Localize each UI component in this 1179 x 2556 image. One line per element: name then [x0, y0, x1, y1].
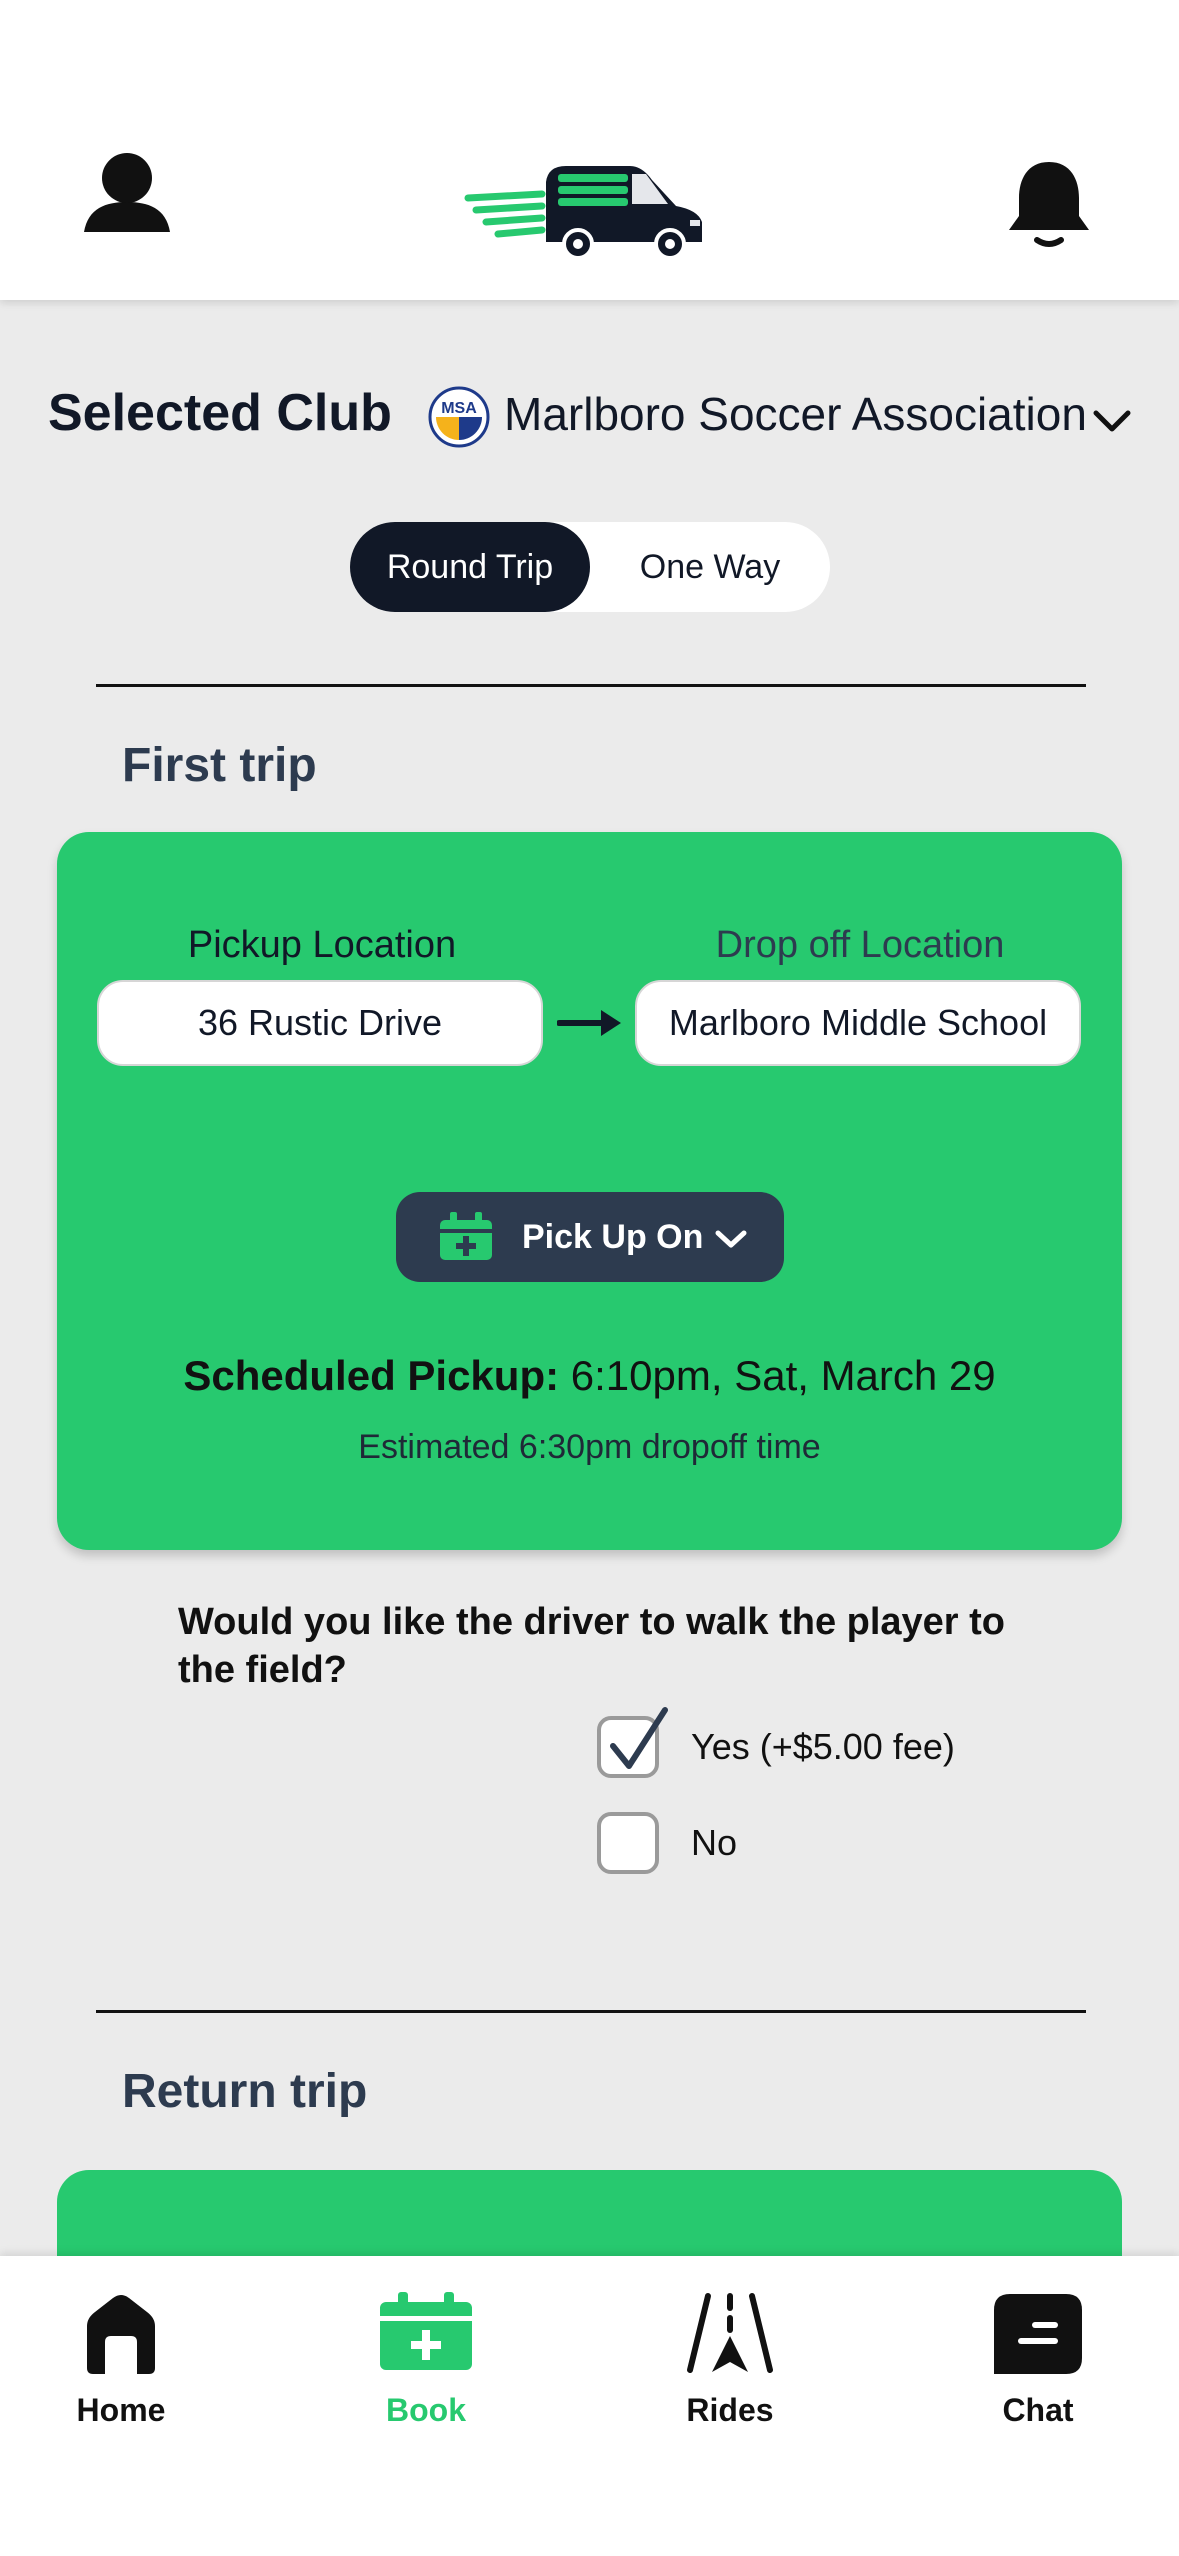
pick-up-on-label: Pick Up On [522, 1218, 704, 1256]
chevron-down-icon[interactable] [1090, 405, 1134, 435]
nav-rides[interactable]: Rides [630, 2256, 830, 2456]
pickup-location-label: Pickup Location [187, 924, 457, 966]
pick-up-on-button[interactable]: Pick Up On [396, 1192, 784, 1282]
scheduled-pickup-label: Scheduled Pickup: [183, 1352, 560, 1399]
first-trip-card: Pickup Location Drop off Location 36 Rus… [57, 832, 1122, 1550]
walk-option-yes[interactable]: Yes (+$5.00 fee) [597, 1707, 1097, 1782]
chat-icon [994, 2294, 1082, 2374]
nav-home[interactable]: Home [21, 2256, 221, 2456]
calendar-plus-icon [440, 1212, 492, 1260]
calendar-plus-icon [380, 2292, 472, 2370]
chevron-down-icon [715, 1230, 747, 1248]
divider [96, 684, 1086, 687]
checkmark-icon [610, 1707, 668, 1769]
bell-icon[interactable] [1005, 158, 1093, 250]
trip-type-toggle: Round Trip One Way [350, 522, 830, 612]
van-logo-icon [464, 166, 702, 260]
svg-text:MSA: MSA [441, 400, 477, 417]
dropoff-location-field[interactable]: Marlboro Middle School [635, 980, 1081, 1066]
walk-option-no[interactable]: No [597, 1812, 1097, 1878]
club-badge-icon: MSA [428, 386, 490, 448]
no-option-label: No [691, 1822, 738, 1863]
top-bar [0, 0, 1179, 300]
nav-book-label: Book [386, 2392, 466, 2428]
nav-rides-label: Rides [686, 2392, 774, 2428]
bottom-nav: Home Book Rides Chat [0, 2256, 1179, 2556]
arrow-right-icon [557, 1010, 621, 1036]
return-trip-title: Return trip [122, 2065, 368, 2118]
one-way-option[interactable]: One Way [590, 522, 830, 612]
scheduled-pickup: Scheduled Pickup: 6:10pm, Sat, March 29 [57, 1352, 1122, 1400]
road-icon [687, 2293, 773, 2373]
person-icon[interactable] [82, 150, 172, 240]
yes-option-label: Yes (+$5.00 fee) [691, 1726, 955, 1767]
club-name: Marlboro Soccer Association [504, 388, 1087, 440]
club-title: Selected Club [48, 384, 392, 442]
pickup-location-field[interactable]: 36 Rustic Drive [97, 980, 543, 1066]
nav-chat[interactable]: Chat [938, 2256, 1138, 2456]
walk-question: Would you like the driver to walk the pl… [178, 1601, 1006, 1691]
nav-book[interactable]: Book [326, 2256, 526, 2456]
round-trip-option[interactable]: Round Trip [350, 522, 590, 612]
divider [96, 2010, 1086, 2013]
club-selector[interactable]: Selected Club MSA Marlboro Soccer Associ… [48, 375, 1148, 455]
dropoff-location-label: Drop off Location [715, 924, 1005, 966]
nav-chat-label: Chat [1002, 2392, 1074, 2428]
first-trip-title: First trip [122, 739, 317, 792]
no-checkbox[interactable] [597, 1812, 659, 1874]
estimated-dropoff: Estimated 6:30pm dropoff time [358, 1428, 821, 1466]
home-icon [87, 2295, 155, 2374]
scheduled-pickup-value: 6:10pm, Sat, March 29 [570, 1352, 996, 1399]
nav-home-label: Home [76, 2392, 166, 2428]
